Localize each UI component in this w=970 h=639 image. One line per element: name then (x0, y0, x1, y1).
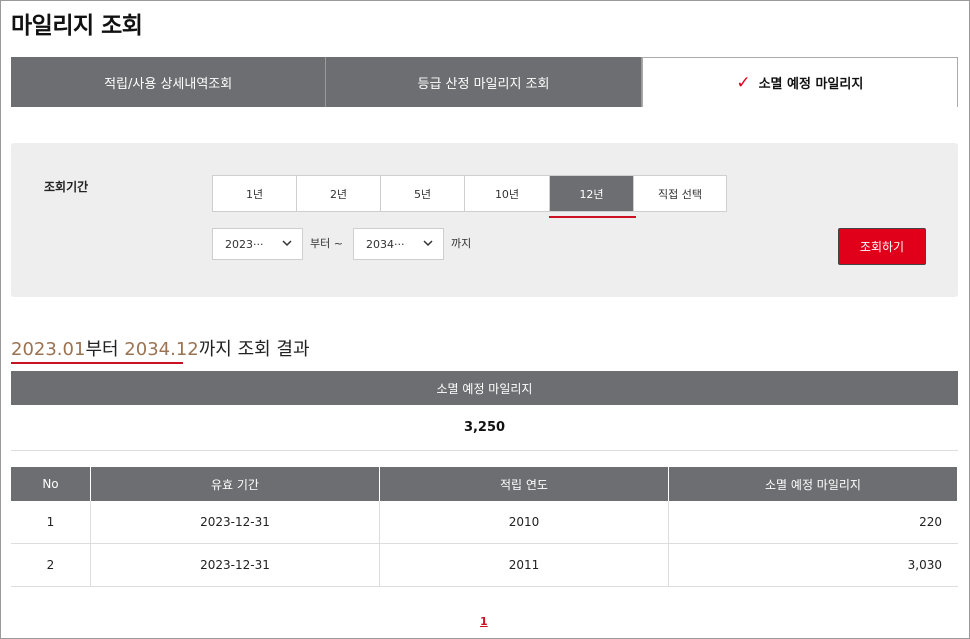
column-header: 유효 기간 (91, 467, 380, 501)
table-header-row: No 유효 기간 적립 연도 소멸 예정 마일리지 (11, 467, 958, 501)
tab-label: 등급 산정 마일리지 조회 (417, 76, 550, 92)
to-suffix: 까지 (451, 237, 472, 250)
period-5y-button[interactable]: 5년 (381, 176, 465, 211)
search-button[interactable]: 조회하기 (838, 228, 926, 265)
result-to-date: 2034.12 (124, 339, 199, 360)
table-cell: 220 (919, 515, 942, 529)
result-to-text: 까지 조회 결과 (198, 339, 310, 360)
tab-expiring-mileage[interactable]: ✓ 소멸 예정 마일리지 (641, 57, 958, 107)
result-underline (11, 362, 183, 364)
table-cell: 3,030 (907, 558, 942, 572)
period-button-group: 1년 2년 5년 10년 12년 직접 선택 (212, 175, 727, 218)
period-1y-button[interactable]: 1년 (213, 176, 297, 211)
column-header: 적립 연도 (380, 467, 669, 501)
tab-bar: 적립/사용 상세내역조회 등급 산정 마일리지 조회 ✓ 소멸 예정 마일리지 (11, 57, 958, 107)
mileage-table: No 유효 기간 적립 연도 소멸 예정 마일리지 1 2023-12-31 2… (11, 467, 958, 587)
period-2y-button[interactable]: 2년 (297, 176, 381, 211)
result-from-date: 2023.01 (11, 339, 86, 360)
period-label: 조회기간 (44, 180, 89, 194)
summary-header: 소멸 예정 마일리지 (11, 371, 958, 405)
table-cell: 2023-12-31 (91, 544, 380, 586)
tab-earn-use-history[interactable]: 적립/사용 상세내역조회 (11, 57, 327, 107)
search-panel: 조회기간 1년 2년 5년 10년 12년 직접 선택 2023··· 부터 ~… (11, 143, 958, 297)
from-suffix: 부터 ~ (310, 237, 343, 250)
pagination-page-link[interactable]: 1 (480, 615, 488, 628)
chevron-down-icon (281, 237, 293, 252)
table-cell: 1 (11, 501, 91, 543)
table-row: 1 2023-12-31 2010 220 (11, 501, 958, 544)
period-12y-button[interactable]: 12년 (549, 176, 636, 218)
table-cell: 2023-12-31 (91, 501, 380, 543)
checkmark-icon: ✓ (736, 72, 751, 93)
tab-label: 소멸 예정 마일리지 (758, 77, 864, 92)
table-cell: 2010 (380, 501, 669, 543)
table-row: 2 2023-12-31 2011 3,030 (11, 544, 958, 587)
result-title: 2023.01부터 2034.12까지 조회 결과 (11, 335, 310, 361)
table-cell: 2011 (380, 544, 669, 586)
to-date-value: 2034··· (366, 237, 405, 251)
period-10y-button[interactable]: 10년 (465, 176, 550, 211)
period-custom-button[interactable]: 직접 선택 (634, 176, 726, 211)
table-cell: 2 (11, 544, 91, 586)
column-header: No (11, 467, 91, 501)
result-from-text: 부터 (85, 339, 119, 360)
tab-label: 적립/사용 상세내역조회 (104, 76, 233, 92)
tab-grade-mileage[interactable]: 등급 산정 마일리지 조회 (326, 57, 642, 107)
summary-total: 3,250 (11, 405, 958, 451)
from-date-value: 2023··· (225, 237, 264, 251)
to-date-select[interactable]: 2034··· (353, 228, 444, 260)
column-header: 소멸 예정 마일리지 (669, 467, 958, 501)
page-title: 마일리지 조회 (11, 13, 143, 39)
chevron-down-icon (422, 237, 434, 252)
from-date-select[interactable]: 2023··· (212, 228, 303, 260)
